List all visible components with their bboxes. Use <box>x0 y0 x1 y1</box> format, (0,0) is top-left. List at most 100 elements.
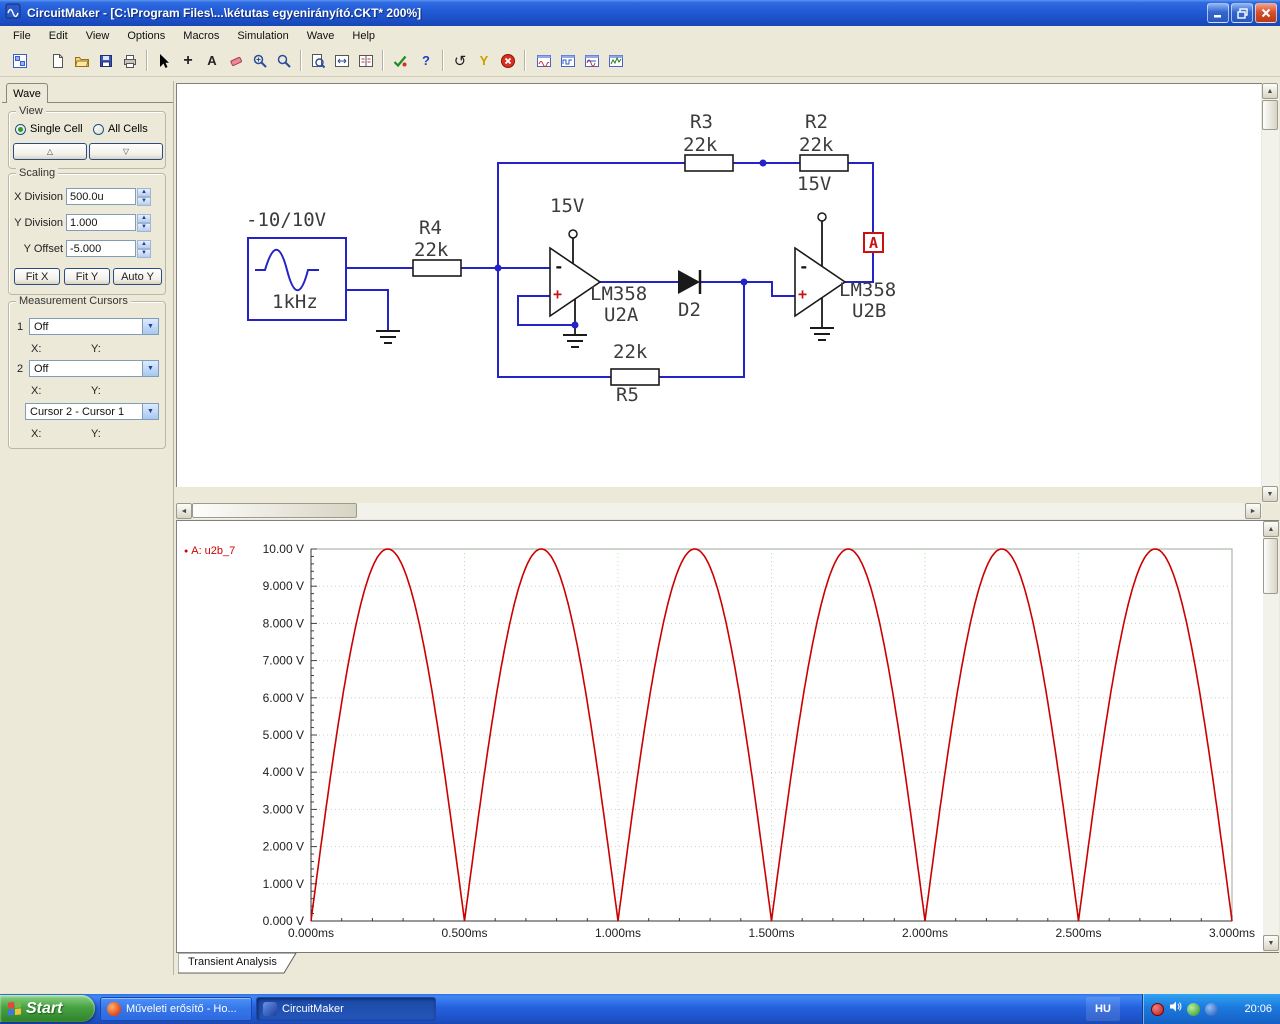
circuit-horizontal-scrollbar[interactable]: ◄ ► <box>176 503 1262 519</box>
spinner-up-icon[interactable]: ▲ <box>137 188 151 197</box>
schematic-view[interactable]: -10/10V 1kHz R4 22k 15V R3 22k R2 22k 15… <box>176 83 1262 487</box>
fit-x-button[interactable]: Fit X <box>14 268 60 285</box>
transient-analysis-tab-label[interactable]: Transient Analysis <box>188 956 277 968</box>
waveform-scroll-thumb[interactable] <box>1263 538 1278 594</box>
save-icon[interactable] <box>94 48 118 73</box>
r5-name-label: R5 <box>616 384 639 406</box>
volume-tray-icon[interactable] <box>1169 1000 1182 1018</box>
probe-a-marker[interactable]: A <box>863 232 884 253</box>
r4-value-label: 22k <box>414 239 449 261</box>
scroll-right-icon[interactable]: ► <box>1245 503 1261 519</box>
workspace-icon[interactable] <box>8 48 32 73</box>
supply-terminal-u2b[interactable] <box>817 212 827 222</box>
security-alert-tray-icon[interactable] <box>1151 1002 1164 1016</box>
simulation-check-icon[interactable] <box>388 48 412 73</box>
supply-terminal-u2a[interactable] <box>568 229 578 239</box>
stop-simulation-icon[interactable] <box>496 48 520 73</box>
y-offset-input[interactable]: -5.000 <box>66 240 136 257</box>
zoom-page-icon[interactable] <box>306 48 330 73</box>
cursor1-select[interactable]: Off ▼ <box>29 318 159 335</box>
minimize-button[interactable] <box>1207 3 1229 23</box>
spinner-down-icon[interactable]: ▼ <box>137 249 151 258</box>
open-folder-icon[interactable] <box>70 48 94 73</box>
waveform-window-icon[interactable] <box>532 48 556 73</box>
reset-icon[interactable]: ↺ <box>448 48 472 73</box>
vertical-scroll-thumb[interactable] <box>1262 100 1278 130</box>
combo-arrow-icon[interactable]: ▼ <box>142 361 158 376</box>
restore-button[interactable] <box>1231 3 1253 23</box>
combo-arrow-icon[interactable]: ▼ <box>142 319 158 334</box>
wave-tab[interactable]: Wave <box>6 83 48 103</box>
print-icon[interactable] <box>118 48 142 73</box>
y-division-input[interactable]: 1.000 <box>66 214 136 231</box>
spinner-up-icon[interactable]: ▲ <box>137 240 151 249</box>
spinner-up-icon[interactable]: ▲ <box>137 214 151 223</box>
next-cell-button[interactable]: ▽ <box>89 143 163 160</box>
fit-y-button[interactable]: Fit Y <box>64 268 110 285</box>
y-offset-spinner[interactable]: ▲ ▼ <box>137 240 151 258</box>
taskbar-task-browser[interactable]: Műveleti erősítő - Ho... <box>100 997 252 1021</box>
horizontal-scroll-thumb[interactable] <box>192 503 357 518</box>
new-document-icon[interactable] <box>46 48 70 73</box>
probe-wye-icon[interactable]: Y <box>472 48 496 73</box>
spinner-down-icon[interactable]: ▼ <box>137 223 151 232</box>
fit-view-icon[interactable] <box>330 48 354 73</box>
menu-item-wave[interactable]: Wave <box>298 28 344 44</box>
scroll-down-icon[interactable]: ▼ <box>1262 486 1278 502</box>
start-button[interactable]: Start <box>0 995 95 1022</box>
close-button[interactable] <box>1255 3 1277 23</box>
single-cell-radio[interactable]: Single Cell <box>15 123 83 135</box>
cursor-diff-select[interactable]: Cursor 2 - Cursor 1 ▼ <box>25 403 159 420</box>
help-icon[interactable]: ? <box>414 48 438 73</box>
waveform-vertical-scrollbar[interactable]: ▲ ▼ <box>1263 521 1279 952</box>
menu-item-file[interactable]: File <box>4 28 40 44</box>
tray-icon-blue[interactable] <box>1205 1002 1218 1016</box>
menu-item-options[interactable]: Options <box>118 28 174 44</box>
x-division-spinner[interactable]: ▲ ▼ <box>137 188 151 206</box>
menu-item-help[interactable]: Help <box>343 28 384 44</box>
analog-waveform-icon[interactable] <box>580 48 604 73</box>
circuit-vertical-scrollbar[interactable]: ▲ ▼ <box>1262 83 1279 503</box>
resistor-r2[interactable] <box>799 154 849 172</box>
select-arrow-icon[interactable] <box>152 48 176 73</box>
split-view-icon[interactable] <box>354 48 378 73</box>
taskbar-clock: 20:06 <box>1244 1003 1272 1015</box>
scroll-down-icon[interactable]: ▼ <box>1263 935 1279 951</box>
circuit-schematic[interactable] <box>176 83 1262 487</box>
spinner-down-icon[interactable]: ▼ <box>137 197 151 206</box>
previous-cell-button[interactable]: △ <box>13 143 87 160</box>
combo-arrow-icon[interactable]: ▼ <box>142 404 158 419</box>
menu-item-macros[interactable]: Macros <box>174 28 228 44</box>
zoom-icon[interactable] <box>272 48 296 73</box>
language-indicator[interactable]: HU <box>1086 997 1120 1021</box>
waveform-plot[interactable]: 10.00 V 9.000 V 8.000 V 7.000 V 6.000 V 5.000… <box>176 521 1279 953</box>
taskbar-task-circuitmaker[interactable]: CircuitMaker <box>256 997 436 1021</box>
resistor-r4[interactable] <box>412 259 462 277</box>
title-bar[interactable]: CircuitMaker - [C:\Program Files\...\két… <box>0 0 1280 26</box>
mixed-waveform-icon[interactable] <box>604 48 628 73</box>
eraser-icon[interactable] <box>224 48 248 73</box>
menu-item-view[interactable]: View <box>77 28 119 44</box>
scroll-left-icon[interactable]: ◄ <box>176 503 192 519</box>
x-division-input[interactable]: 500.0u <box>66 188 136 205</box>
resistor-r5[interactable] <box>610 368 660 386</box>
y-division-spinner[interactable]: ▲ ▼ <box>137 214 151 232</box>
d2-name-label: D2 <box>678 299 701 321</box>
diode-d2[interactable] <box>678 270 702 294</box>
menu-item-simulation[interactable]: Simulation <box>228 28 297 44</box>
text-tool-icon[interactable]: A <box>200 48 224 73</box>
auto-y-button[interactable]: Auto Y <box>113 268 162 285</box>
cursor2-select[interactable]: Off ▼ <box>29 360 159 377</box>
all-cells-radio[interactable]: All Cells <box>93 123 148 135</box>
cursor2-x-label: X: <box>31 385 42 397</box>
waveform-view[interactable]: 10.00 V 9.000 V 8.000 V 7.000 V 6.000 V 5.000… <box>176 520 1279 952</box>
menu-item-edit[interactable]: Edit <box>40 28 77 44</box>
scroll-up-icon[interactable]: ▲ <box>1263 521 1279 537</box>
add-part-icon[interactable]: + <box>176 48 200 73</box>
zoom-select-icon[interactable] <box>248 48 272 73</box>
tray-icon-green[interactable] <box>1187 1002 1200 1016</box>
digital-waveform-icon[interactable] <box>556 48 580 73</box>
scroll-up-icon[interactable]: ▲ <box>1262 83 1278 99</box>
resistor-r3[interactable] <box>684 154 734 172</box>
y-axis-tick-label: 10.00 V <box>263 542 304 556</box>
